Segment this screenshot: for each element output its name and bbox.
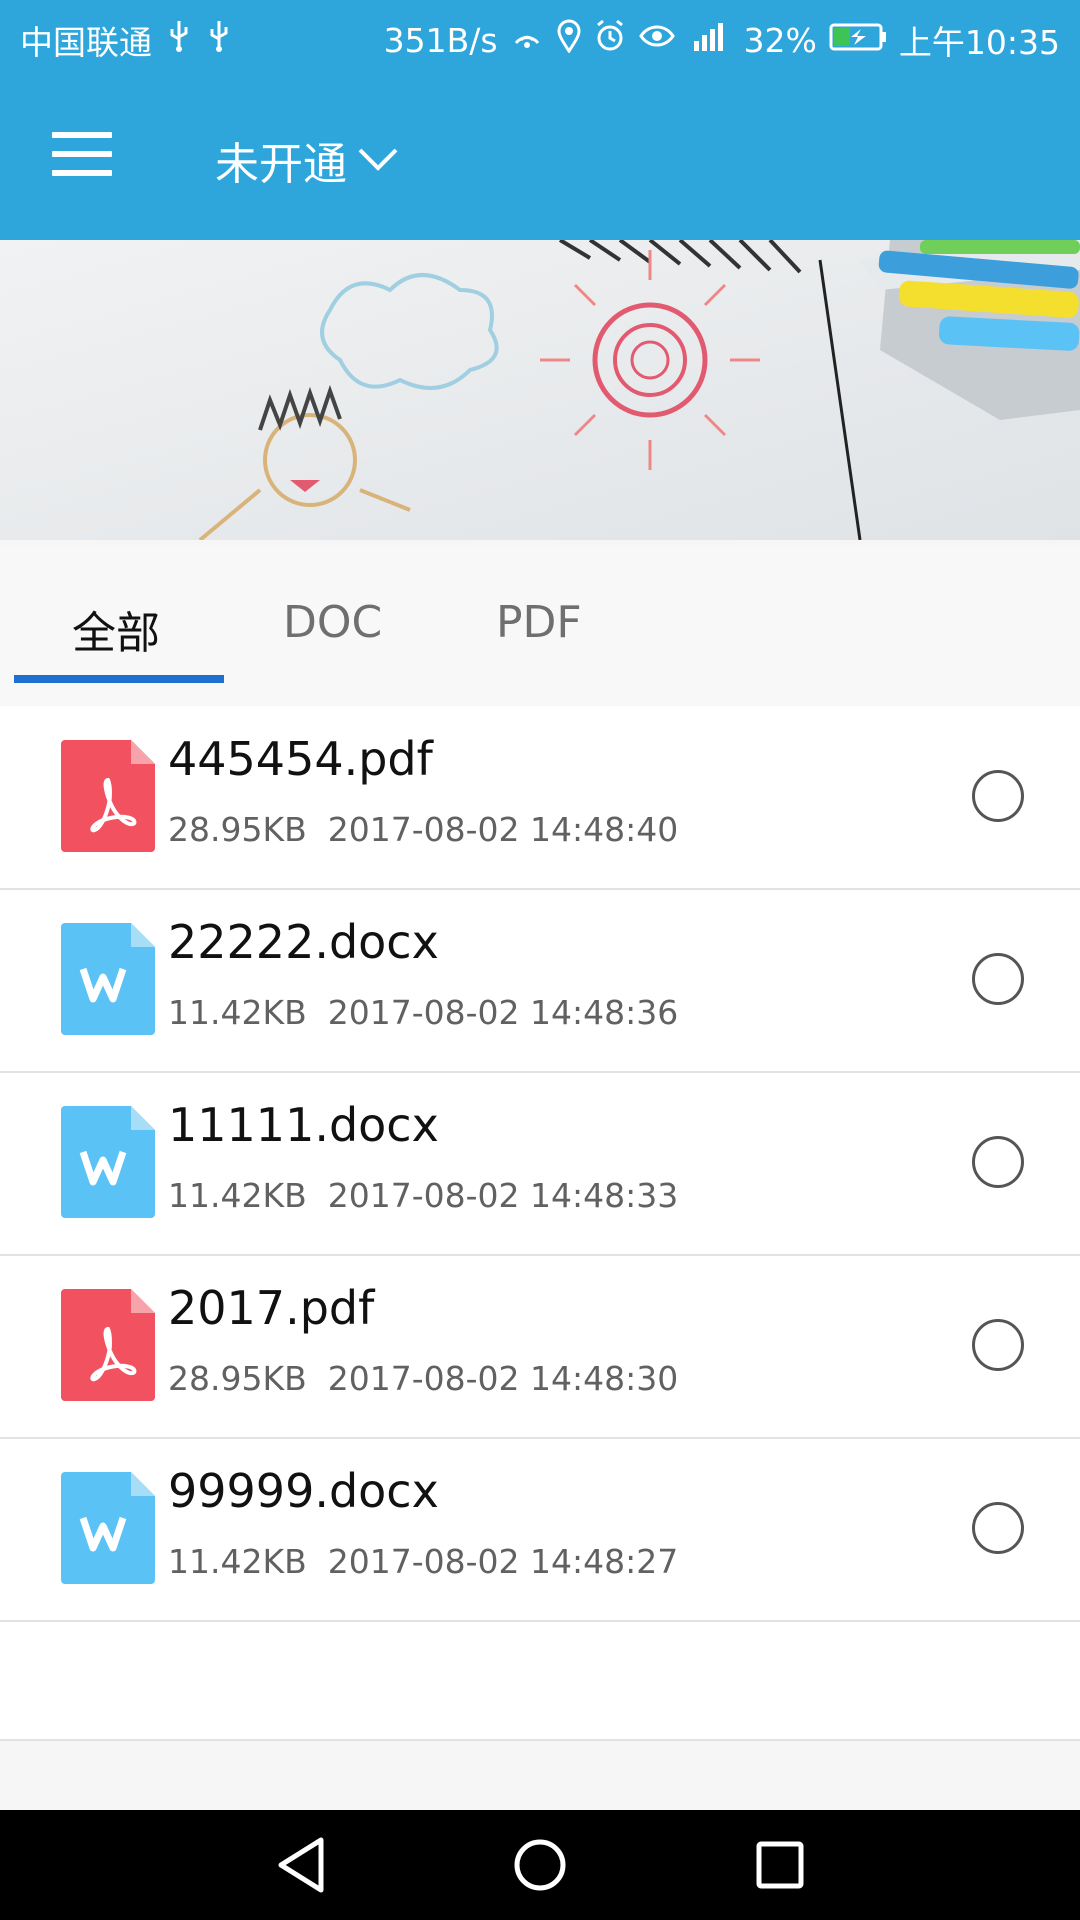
file-meta: 11.42KB 2017-08-02 14:48:36 (168, 993, 678, 1032)
file-meta: 11.42KB 2017-08-02 14:48:27 (168, 1542, 678, 1581)
system-nav-bar (0, 1810, 1080, 1920)
back-icon[interactable] (273, 1836, 329, 1898)
word-file-icon (61, 1472, 155, 1584)
file-name: 22222.docx (168, 915, 439, 969)
usb-icon (206, 19, 232, 61)
net-speed: 351B/s (383, 20, 498, 60)
pdf-file-icon (61, 1289, 155, 1401)
file-size: 28.95KB (168, 1359, 307, 1398)
file-date: 2017-08-02 14:48:30 (327, 1359, 679, 1398)
tab-pdf[interactable]: PDF (496, 597, 582, 648)
tab-indicator (14, 675, 224, 683)
select-radio[interactable] (972, 953, 1024, 1005)
tab-all[interactable]: 全部 (72, 597, 160, 661)
file-size: 28.95KB (168, 810, 307, 849)
file-meta: 28.95KB 2017-08-02 14:48:30 (168, 1359, 678, 1398)
file-date: 2017-08-02 14:48:40 (327, 810, 679, 849)
account-status-dropdown[interactable]: 未开通 (215, 128, 399, 192)
file-name: 2017.pdf (168, 1281, 375, 1335)
battery-icon (829, 21, 887, 60)
menu-icon[interactable] (52, 132, 112, 180)
status-bar: 中国联通 351B/s 32% 上午10:35 (0, 0, 1080, 76)
battery-percent: 32% (743, 20, 817, 60)
select-radio[interactable] (972, 1502, 1024, 1554)
list-item[interactable]: 445454.pdf 28.95KB 2017-08-02 14:48:40 (0, 706, 1080, 890)
clock: 上午10:35 (898, 23, 1060, 62)
carrier-label: 中国联通 (20, 23, 152, 62)
word-file-icon (61, 1106, 155, 1218)
banner-carousel[interactable] (0, 240, 1080, 540)
usb-icon (166, 19, 192, 61)
select-radio[interactable] (972, 770, 1024, 822)
home-icon[interactable] (512, 1836, 568, 1898)
recents-icon[interactable] (752, 1836, 808, 1898)
file-size: 11.42KB (168, 993, 307, 1032)
list-item[interactable]: 2017.pdf 28.95KB 2017-08-02 14:48:30 (0, 1255, 1080, 1439)
eye-icon (638, 19, 676, 61)
file-meta: 28.95KB 2017-08-02 14:48:40 (168, 810, 678, 849)
alarm-icon (594, 19, 626, 61)
file-meta: 11.42KB 2017-08-02 14:48:33 (168, 1176, 678, 1215)
list-item[interactable]: 99999.docx 11.42KB 2017-08-02 14:48:27 (0, 1438, 1080, 1622)
file-type-tabs: 全部 DOC PDF (0, 545, 1080, 705)
select-radio[interactable] (972, 1319, 1024, 1371)
tab-doc[interactable]: DOC (283, 597, 382, 648)
file-name: 11111.docx (168, 1098, 439, 1152)
chevron-down-icon (357, 135, 399, 186)
word-file-icon (61, 923, 155, 1035)
hotspot-icon (510, 19, 544, 61)
pdf-file-icon (61, 740, 155, 852)
select-radio[interactable] (972, 1136, 1024, 1188)
file-date: 2017-08-02 14:48:33 (327, 1176, 679, 1215)
page-title: 未开通 (215, 139, 347, 190)
file-name: 99999.docx (168, 1464, 439, 1518)
file-size: 11.42KB (168, 1176, 307, 1215)
list-item[interactable]: 11111.docx 11.42KB 2017-08-02 14:48:33 (0, 1072, 1080, 1256)
location-icon (556, 19, 582, 61)
file-date: 2017-08-02 14:48:27 (327, 1542, 679, 1581)
file-name: 445454.pdf (168, 732, 433, 786)
file-date: 2017-08-02 14:48:36 (327, 993, 679, 1032)
signal-icon (688, 19, 732, 61)
list-divider (0, 1739, 1080, 1741)
file-list: 445454.pdf 28.95KB 2017-08-02 14:48:40 2… (0, 706, 1080, 1741)
file-size: 11.42KB (168, 1542, 307, 1581)
app-bar: 未开通 (0, 76, 1080, 240)
banner-illustration (0, 240, 1080, 540)
list-item[interactable]: 22222.docx 11.42KB 2017-08-02 14:48:36 (0, 889, 1080, 1073)
